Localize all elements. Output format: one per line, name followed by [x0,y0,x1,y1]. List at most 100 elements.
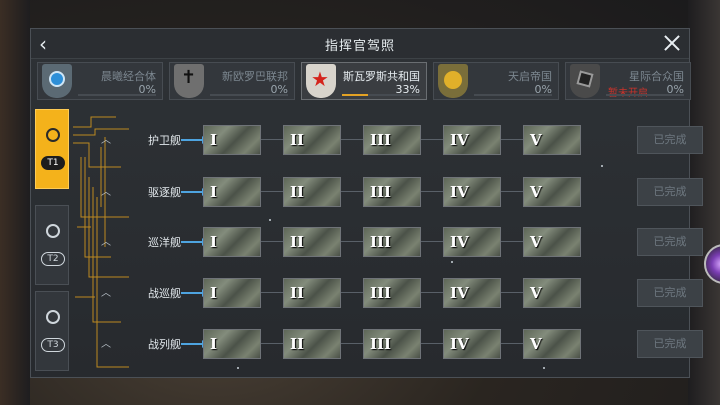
circle-wave-icon [42,64,72,98]
progress-bar [78,94,156,96]
level-card[interactable]: V [523,177,581,207]
arrow-icon [181,238,207,246]
level-connector [421,343,443,344]
level-card[interactable]: I [203,177,261,207]
arrow-icon [181,136,207,144]
tier-tab[interactable]: T2 [35,205,69,285]
level-numeral: IV [450,335,469,353]
faction-tab[interactable]: ✝ 新欧罗巴联邦 0% [169,62,295,100]
level-card[interactable]: III [363,125,421,155]
locked-label: 暂未开启 [608,84,648,99]
completed-button[interactable]: 已完成 [637,178,703,206]
completed-button[interactable]: 已完成 [637,126,703,154]
level-connector [501,241,523,242]
level-card[interactable]: III [363,329,421,359]
level-numeral: IV [450,233,469,251]
level-numeral: III [370,131,392,149]
level-numeral: I [210,183,218,201]
faction-tab[interactable]: 天启帝国 0% [433,62,559,100]
level-card[interactable]: V [523,125,581,155]
tier-label: T2 [41,252,65,266]
level-numeral: II [290,131,305,149]
license-panel: ‹ 指挥官驾照 晨曦经合体 0% ✝ 新欧罗巴联邦 0% ★ 斯瓦罗斯共和国 33% 天启帝国 0… [30,28,703,378]
level-card[interactable]: V [523,329,581,359]
progress-bar [210,94,288,96]
level-connector [421,139,443,140]
level-connector [341,139,363,140]
level-numeral: V [530,131,542,149]
level-card[interactable]: I [203,329,261,359]
level-connector [341,343,363,344]
progress-bar [606,94,684,96]
star-dot [237,367,239,369]
level-numeral: V [530,233,542,251]
level-connector [421,292,443,293]
level-card[interactable]: IV [443,177,501,207]
ship-class-label: 战列舰 [148,338,181,351]
completed-button[interactable]: 已完成 [637,279,703,307]
level-connector [341,292,363,293]
level-card[interactable]: III [363,227,421,257]
ship-class-label: 护卫舰 [148,134,181,147]
level-card[interactable]: II [283,227,341,257]
level-numeral: II [290,233,305,251]
level-card[interactable]: IV [443,278,501,308]
level-card[interactable]: IV [443,329,501,359]
completed-button[interactable]: 已完成 [637,330,703,358]
level-numeral: III [370,233,392,251]
background-left [0,0,30,405]
close-button[interactable] [661,32,683,54]
circles-icon [438,64,468,98]
faction-tab[interactable]: ★ 斯瓦罗斯共和国 33% [301,62,427,100]
faction-name: 晨曦经合体 [101,70,156,83]
level-card[interactable]: I [203,227,261,257]
faction-tab[interactable]: 星际合众国0%暂未开启 [565,62,691,100]
progress-bar [474,94,552,96]
ship-row: ︿ 战列舰 I II III IV V 已完成 [91,329,703,359]
molecule-icon [46,310,60,324]
level-connector [261,241,283,242]
level-card[interactable]: III [363,278,421,308]
level-numeral: V [530,183,542,201]
level-card[interactable]: II [283,329,341,359]
tier-selector: T1 T2 T3 [31,107,71,375]
level-numeral: IV [450,284,469,302]
level-numeral: I [210,233,218,251]
completed-button[interactable]: 已完成 [637,228,703,256]
hex-icon [570,64,600,98]
level-connector [261,292,283,293]
level-card[interactable]: II [283,125,341,155]
level-card[interactable]: V [523,227,581,257]
level-numeral: I [210,131,218,149]
progress-bar [342,94,420,96]
level-card[interactable]: I [203,125,261,155]
level-numeral: III [370,284,392,302]
level-numeral: III [370,335,392,353]
level-card[interactable]: V [523,278,581,308]
faction-name: 天启帝国 [508,70,552,83]
level-card[interactable]: II [283,177,341,207]
level-numeral: IV [450,183,469,201]
level-numeral: IV [450,131,469,149]
level-connector [501,191,523,192]
tier-tab[interactable]: T3 [35,291,69,371]
level-card[interactable]: IV [443,227,501,257]
level-card[interactable]: II [283,278,341,308]
level-numeral: III [370,183,392,201]
faction-tab[interactable]: 晨曦经合体 0% [37,62,163,100]
level-card[interactable]: III [363,177,421,207]
chevron-up-icon: ︿ [101,288,111,299]
arrow-icon [181,188,207,196]
ship-row: ︿ 驱逐舰 I II III IV V 已完成 [91,177,703,207]
tier-label: T1 [41,156,65,170]
level-connector [501,343,523,344]
arrow-icon [181,340,207,348]
level-connector [501,292,523,293]
ship-class-label: 巡洋舰 [148,236,181,249]
level-connector [421,191,443,192]
chevron-up-icon: ︿ [101,339,111,350]
tier-tab[interactable]: T1 [35,109,69,189]
level-card[interactable]: IV [443,125,501,155]
level-numeral: I [210,335,218,353]
level-card[interactable]: I [203,278,261,308]
